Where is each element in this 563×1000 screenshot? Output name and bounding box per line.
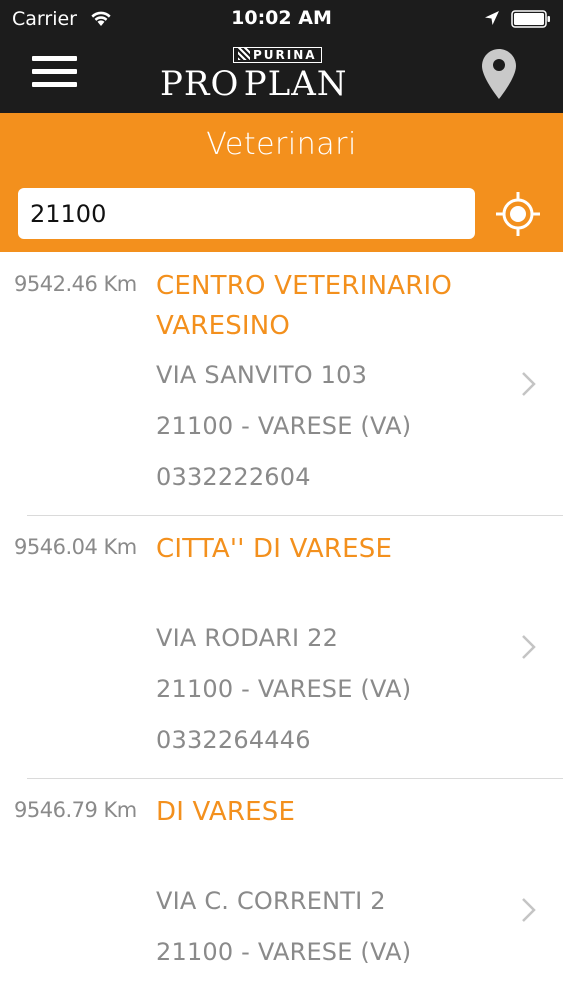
list-item[interactable]: 9542.46 Km CENTRO VETERINARIO VARESINO V…	[0, 252, 563, 515]
chevron-right-icon	[522, 372, 536, 396]
results-list: 9542.46 Km CENTRO VETERINARIO VARESINO V…	[0, 252, 563, 1000]
top-bar: Carrier 10:02 AM PURINA PRO PLAN	[0, 0, 563, 113]
chevron-right-icon	[522, 898, 536, 922]
clock: 10:02 AM	[231, 7, 332, 29]
distance-label: 9546.04 Km	[14, 535, 137, 559]
city-line: 21100 - VARESE (VA)	[156, 675, 412, 703]
proplan-wordmark: PRO PLAN	[160, 64, 348, 104]
menu-icon-bar	[32, 69, 77, 74]
status-bar: Carrier 10:02 AM	[0, 0, 563, 38]
page-title: Veterinari	[206, 127, 357, 162]
list-item[interactable]: 9546.79 Km DI VARESE VIA C. CORRENTI 2 2…	[0, 778, 563, 1000]
city-line: 21100 - VARESE (VA)	[156, 412, 412, 440]
search-input[interactable]	[18, 188, 475, 239]
city-line: 21100 - VARESE (VA)	[156, 938, 412, 966]
list-item[interactable]: 9546.04 Km CITTA'' DI VARESE VIA RODARI …	[0, 515, 563, 778]
phone-line: 0332264446	[156, 726, 311, 754]
address-line: VIA C. CORRENTI 2	[156, 887, 386, 915]
menu-icon-bar	[32, 82, 77, 87]
clinic-name: CITTA'' DI VARESE	[156, 534, 393, 564]
address-line: VIA RODARI 22	[156, 624, 339, 652]
address-line: VIA SANVITO 103	[156, 361, 368, 389]
proplan-logo: PURINA PRO PLAN	[160, 47, 405, 104]
checkerboard-icon	[238, 48, 250, 60]
distance-label: 9546.79 Km	[14, 798, 137, 822]
clinic-name: DI VARESE	[156, 797, 296, 827]
map-pin-button[interactable]	[481, 48, 517, 100]
purina-badge: PURINA	[233, 47, 322, 63]
battery-icon	[511, 10, 550, 28]
distance-label: 9542.46 Km	[14, 272, 137, 296]
clinic-name: CENTRO VETERINARIO VARESINO	[156, 271, 452, 341]
search-header: Veterinari	[0, 113, 563, 252]
location-arrow-icon	[485, 11, 499, 25]
locate-me-button[interactable]	[494, 190, 542, 238]
menu-icon-bar	[32, 56, 77, 61]
phone-line: 0332222604	[156, 463, 311, 491]
menu-button[interactable]	[32, 56, 77, 89]
chevron-right-icon	[522, 635, 536, 659]
